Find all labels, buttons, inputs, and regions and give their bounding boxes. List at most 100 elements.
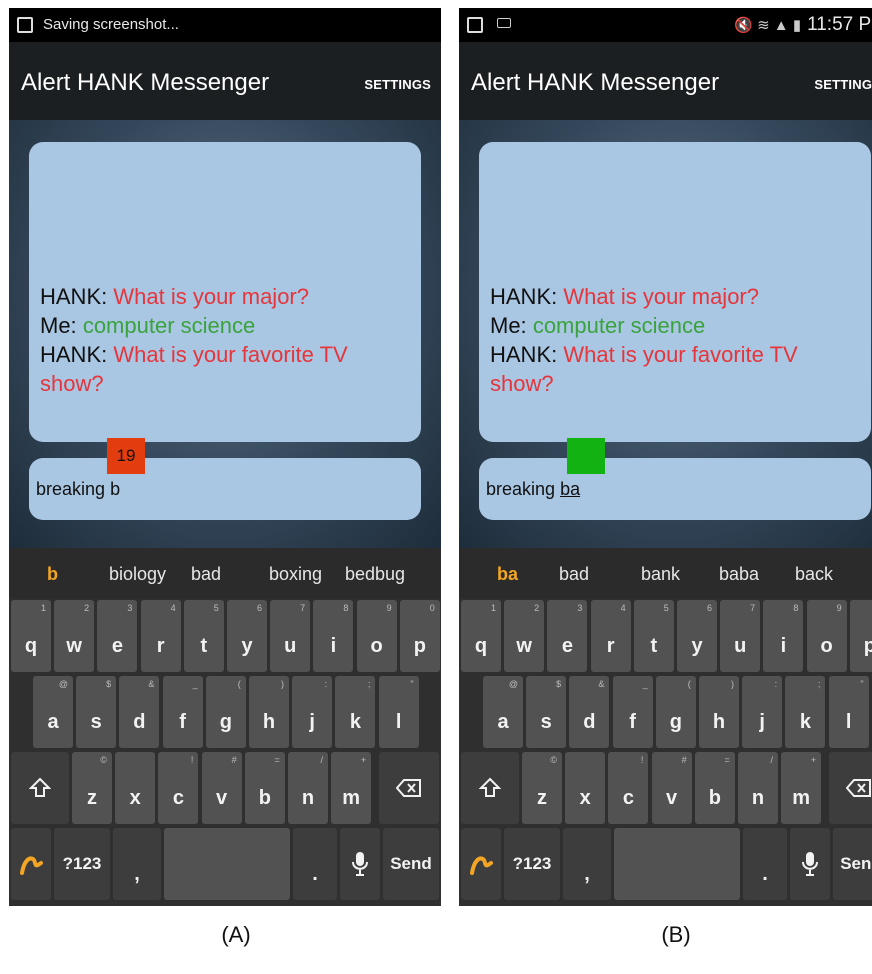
suggestion-item[interactable]: bank: [641, 564, 680, 585]
period-key[interactable]: .: [293, 828, 337, 900]
key[interactable]: ! c: [608, 752, 649, 824]
key[interactable]: + m: [781, 752, 822, 824]
space-key[interactable]: [614, 828, 740, 900]
suggestion-item[interactable]: b: [47, 564, 58, 585]
key[interactable]: = b: [244, 752, 285, 824]
space-key[interactable]: [164, 828, 290, 900]
send-key[interactable]: Send: [833, 828, 872, 900]
key[interactable]: 9o: [356, 600, 397, 672]
key[interactable]: (g: [205, 676, 246, 748]
symbols-key[interactable]: ?123: [54, 828, 110, 900]
key[interactable]: # v: [201, 752, 242, 824]
swype-key[interactable]: [11, 828, 51, 900]
key[interactable]: 4r: [140, 600, 181, 672]
key[interactable]: 6y: [227, 600, 267, 672]
key[interactable]: 5t: [633, 600, 674, 672]
key[interactable]: & d: [569, 676, 610, 748]
key[interactable]: :j: [292, 676, 333, 748]
suggestion-item[interactable]: bedbug: [345, 564, 405, 585]
symbols-key[interactable]: ?123: [504, 828, 560, 900]
key[interactable]: 7u: [270, 600, 311, 672]
key[interactable]: $ s: [76, 676, 117, 748]
key[interactable]: = b: [694, 752, 735, 824]
key[interactable]: 8i: [763, 600, 804, 672]
key[interactable]: ) h: [249, 676, 289, 748]
key[interactable]: x: [115, 752, 156, 824]
key-hint: _: [192, 679, 198, 689]
key[interactable]: :j: [742, 676, 783, 748]
settings-button[interactable]: SETTINGS: [364, 77, 431, 92]
message-input[interactable]: breaking b: [29, 458, 421, 520]
suggestion-item[interactable]: biology: [109, 564, 166, 585]
message-text: What is your major?: [563, 284, 759, 309]
send-key[interactable]: Send: [383, 828, 439, 900]
key[interactable]: 0p: [849, 600, 872, 672]
key[interactable]: + m: [331, 752, 372, 824]
key-hint: (: [687, 679, 691, 689]
mic-key[interactable]: [790, 828, 830, 900]
key[interactable]: @ a: [33, 676, 73, 748]
comma-key[interactable]: ,: [113, 828, 161, 900]
key[interactable]: ! c: [158, 752, 199, 824]
key[interactable]: _ f: [612, 676, 653, 748]
key[interactable]: 0p: [399, 600, 440, 672]
comma-key[interactable]: ,: [563, 828, 611, 900]
suggestion-bar: b biology bad boxing bedbug: [9, 548, 441, 598]
shift-key[interactable]: [461, 752, 519, 824]
key[interactable]: 9o: [806, 600, 847, 672]
key-label: u: [734, 635, 747, 657]
backspace-icon: [846, 779, 871, 797]
key[interactable]: 7u: [720, 600, 761, 672]
key-hint: @: [58, 679, 68, 689]
clock: 11:57 PM: [807, 14, 872, 35]
key-label: i: [330, 635, 337, 657]
key[interactable]: (g: [655, 676, 696, 748]
key[interactable]: © z: [72, 752, 112, 824]
message-input[interactable]: breaking ba: [479, 458, 871, 520]
key[interactable]: / n: [288, 752, 328, 824]
key[interactable]: @ a: [483, 676, 523, 748]
key[interactable]: 3e: [547, 600, 588, 672]
key[interactable]: & d: [119, 676, 160, 748]
key[interactable]: 2w: [504, 600, 545, 672]
backspace-key[interactable]: [379, 752, 439, 824]
swype-key[interactable]: [461, 828, 501, 900]
key[interactable]: 8i: [313, 600, 354, 672]
suggestion-item[interactable]: back: [795, 564, 833, 585]
key-hint: @: [508, 679, 518, 689]
key-label: u: [284, 635, 297, 657]
key[interactable]: " l: [378, 676, 419, 748]
key-hint: +: [360, 755, 367, 765]
key[interactable]: 6y: [677, 600, 717, 672]
key[interactable]: # v: [651, 752, 692, 824]
key[interactable]: 3e: [97, 600, 138, 672]
mic-key[interactable]: [340, 828, 380, 900]
key[interactable]: ; k: [785, 676, 826, 748]
shift-key[interactable]: [11, 752, 69, 824]
key-hint: :: [324, 679, 328, 689]
suggestion-item[interactable]: baba: [719, 564, 759, 585]
key[interactable]: 4r: [590, 600, 631, 672]
key[interactable]: 1q: [11, 600, 51, 672]
suggestion-item[interactable]: bad: [559, 564, 589, 585]
suggestion-item[interactable]: boxing: [269, 564, 322, 585]
key[interactable]: $ s: [526, 676, 567, 748]
key[interactable]: ; k: [335, 676, 376, 748]
suggestion-item[interactable]: ba: [497, 564, 518, 585]
input-text: breaking ba: [486, 479, 580, 500]
key[interactable]: © z: [522, 752, 562, 824]
key[interactable]: x: [565, 752, 606, 824]
key[interactable]: 2w: [54, 600, 95, 672]
settings-button[interactable]: SETTINGS: [814, 77, 872, 92]
key[interactable]: _ f: [162, 676, 203, 748]
key[interactable]: 5t: [183, 600, 224, 672]
key[interactable]: / n: [738, 752, 778, 824]
key[interactable]: " l: [828, 676, 869, 748]
suggestion-item[interactable]: bad: [191, 564, 221, 585]
caption-b: (B): [661, 922, 691, 947]
key[interactable]: 1q: [461, 600, 501, 672]
key[interactable]: ) h: [699, 676, 739, 748]
backspace-key[interactable]: [829, 752, 872, 824]
key-hint: 7: [750, 603, 756, 613]
period-key[interactable]: .: [743, 828, 787, 900]
